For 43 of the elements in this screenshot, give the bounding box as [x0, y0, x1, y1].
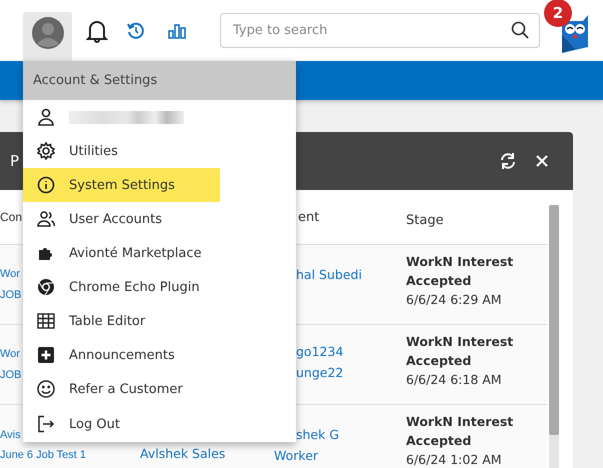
menu-item[interactable]: System Settings — [23, 168, 220, 202]
close-icon[interactable] — [535, 154, 549, 168]
menu-item[interactable]: Avionté Marketplace — [23, 236, 220, 270]
column-header: ent — [297, 210, 320, 224]
menu-header: Account & Settings — [23, 61, 296, 100]
notification-badge: 2 — [544, 0, 572, 26]
menu-item[interactable]: Table Editor — [23, 304, 220, 338]
menu-item[interactable]: Refer a Customer — [23, 372, 220, 406]
menu-item[interactable]: Utilities — [23, 134, 220, 168]
menu-item[interactable]: Announcements — [23, 338, 220, 372]
person-icon — [37, 108, 55, 126]
scrollbar-thumb[interactable] — [549, 205, 559, 435]
menu-item[interactable]: Log Out — [23, 406, 220, 442]
stage-time: 6/6/24 6:29 AM — [406, 291, 503, 309]
search-icon[interactable] — [511, 21, 529, 39]
refresh-icon[interactable] — [499, 152, 517, 170]
panel-title: P — [10, 152, 20, 170]
plus-icon — [37, 346, 55, 364]
search-field[interactable]: Type to search — [220, 13, 540, 48]
bar-chart-icon[interactable] — [168, 22, 186, 38]
people-icon — [37, 210, 55, 228]
stage-text: WorkN Interest Accepted — [406, 253, 514, 290]
column-header: Con — [0, 210, 22, 224]
browser-logo-icon — [37, 278, 55, 296]
settings-icon — [37, 142, 55, 160]
stage-time: 6/6/24 1:02 AM — [406, 451, 503, 468]
smiley-icon — [37, 380, 55, 398]
menu-item[interactable]: Chrome Echo Plugin — [23, 270, 220, 304]
stage-text: WorkN Interest Accepted — [406, 413, 514, 450]
history-icon[interactable] — [126, 20, 146, 40]
table-link[interactable]: Worker — [274, 445, 403, 466]
menu-item[interactable]: User Accounts — [23, 202, 220, 236]
info-icon — [37, 176, 55, 194]
table-link[interactable]: Avlshek Sales — [140, 443, 274, 464]
table-link[interactable]: June 6 Job Test 1 — [0, 445, 140, 465]
logout-icon — [37, 415, 55, 433]
table-icon — [37, 312, 55, 330]
owl-logo-icon[interactable] — [561, 12, 589, 52]
column-header: Stage — [406, 213, 444, 228]
bell-icon[interactable] — [86, 18, 108, 42]
account-button[interactable] — [23, 12, 72, 61]
stage-text: WorkN Interest Accepted — [406, 333, 514, 370]
stage-time: 6/6/24 6:18 AM — [406, 371, 503, 389]
